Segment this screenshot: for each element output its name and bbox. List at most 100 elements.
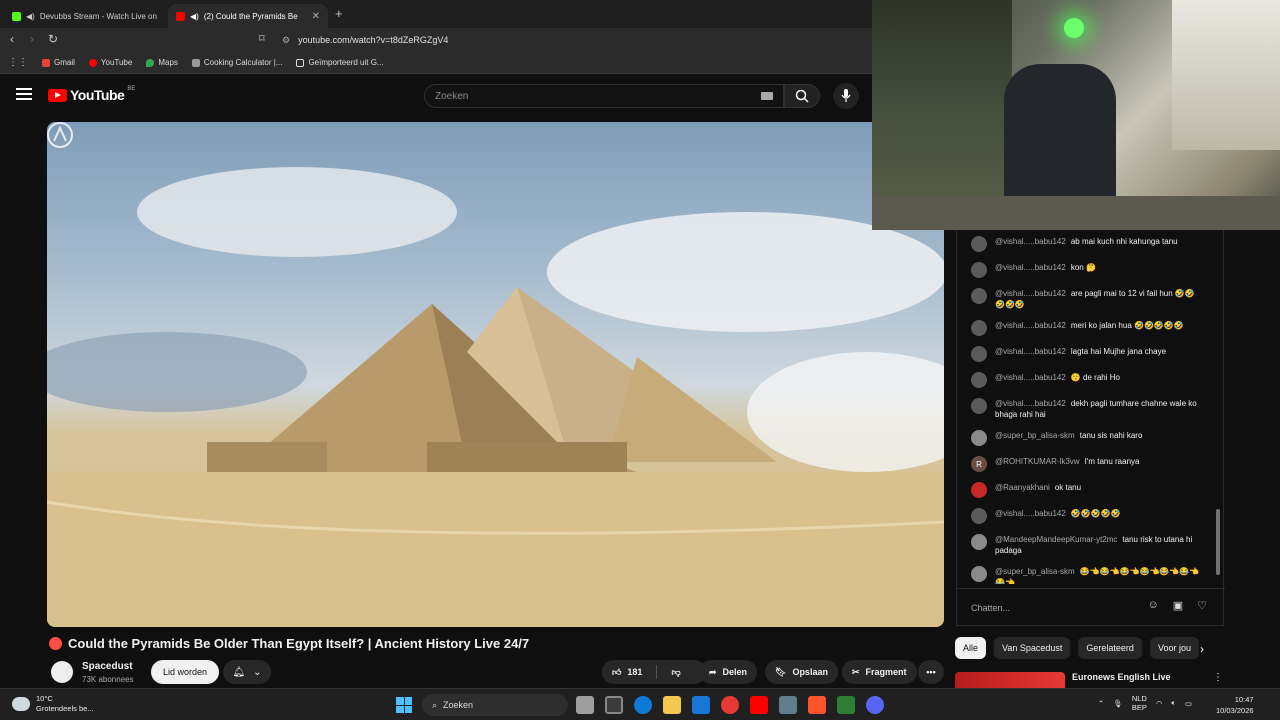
brave-icon[interactable] [808,696,826,714]
calculator-app-icon[interactable] [779,696,797,714]
chat-message[interactable]: @super_bp_alisa-skm tanu sis nahi karo [957,428,1215,448]
chat-message[interactable]: @Raanyakhani ok tanu [957,480,1215,500]
chat-author[interactable]: @Raanyakhani [995,483,1050,492]
chip-from-channel[interactable]: Van Spacedust [994,637,1071,659]
clip-button[interactable]: ✂ Fragment [842,660,917,684]
channel-watermark-icon[interactable] [47,122,73,148]
bookmark-maps[interactable]: Maps [146,58,178,67]
like-button[interactable]: 👍︎ [612,667,621,678]
chat-author[interactable]: @vishal.....babu142 [995,399,1066,408]
microphone-icon[interactable]: 🎙︎ [1113,699,1123,708]
bookmark-cooking-calculator[interactable]: Cooking Calculator |... [191,58,282,67]
chat-author[interactable]: @vishal.....babu142 [995,509,1066,518]
apps-grid-icon[interactable]: ⋮⋮ [8,57,28,68]
new-tab-button[interactable]: + [335,6,343,21]
voice-search-button[interactable] [833,83,859,109]
super-chat-icon[interactable]: ▣ [1173,599,1183,612]
search-input[interactable]: Zoeken [424,84,784,108]
clock[interactable]: 10:47 10/03/2026 [1216,694,1254,716]
bookmark-icon[interactable]: ⌑ [259,32,265,45]
keyboard-icon[interactable] [761,92,773,100]
chat-message-list[interactable]: @vishal.....babu142 ab mai kuch nhi kahun… [957,234,1215,584]
chat-avatar[interactable] [971,534,987,550]
chat-avatar[interactable]: R [971,456,987,472]
save-button[interactable]: 🔖︎ Opslaan [765,660,838,684]
file-explorer-icon[interactable] [576,696,594,714]
game-app-icon[interactable] [837,696,855,714]
taskbar-search[interactable]: ⌕ Zoeken [422,694,568,716]
tab-youtube[interactable]: ◀) (2) Could the Pyramids Be ✕ [168,4,328,28]
chat-author[interactable]: @vishal.....babu142 [995,289,1066,298]
heart-icon[interactable]: ♡ [1197,599,1207,612]
chat-avatar[interactable] [971,320,987,336]
chat-message[interactable]: @vishal.....babu142 😗 de rahi Ho [957,370,1215,390]
chat-author[interactable]: @super_bp_alisa-skm [995,567,1075,576]
chat-input[interactable]: Chatten... [971,599,1121,617]
chat-author[interactable]: @vishal.....babu142 [995,321,1066,330]
chip-all[interactable]: Alle [955,637,987,659]
search-button[interactable] [784,84,820,108]
chat-author[interactable]: @vishal.....babu142 [995,263,1066,272]
chat-avatar[interactable] [971,346,987,362]
recommended-title[interactable]: Euronews English Live [1072,672,1171,682]
chat-avatar[interactable] [971,372,987,388]
back-icon[interactable]: ‹ [10,32,14,46]
chat-message[interactable]: @vishal.....babu142 ab mai kuch nhi kahun… [957,234,1215,254]
folder-icon[interactable] [663,696,681,714]
wifi-icon[interactable]: ◠ [1156,699,1163,708]
chat-author[interactable]: @vishal.....babu142 [995,373,1066,382]
chat-scrollbar[interactable] [1216,234,1220,579]
edge-icon[interactable] [634,696,652,714]
chat-avatar[interactable] [971,508,987,524]
chat-avatar[interactable] [971,262,987,278]
chip-for-you[interactable]: Voor jou [1149,637,1199,659]
store-icon[interactable] [605,696,623,714]
chip-related[interactable]: Gerelateerd [1078,637,1142,659]
chat-avatar[interactable] [971,482,987,498]
youtube-app-icon[interactable] [750,696,768,714]
battery-icon[interactable]: ▭ [1185,699,1192,708]
address-bar[interactable]: ⚙ youtube.com/watch?v=t8dZeRGZgV4 [282,31,867,49]
chat-message[interactable]: @super_bp_alisa-skm 😂👈😂👈😂👈😂👈😂👈😂👈😂👈 [957,564,1215,584]
chrome-icon[interactable] [721,696,739,714]
chat-message[interactable]: @vishal.....babu142 🤣🤣🤣🤣🤣 [957,506,1215,526]
chat-avatar[interactable] [971,566,987,582]
join-button[interactable]: Lid worden [151,660,220,684]
volume-icon[interactable]: 🔈︎ [1171,698,1176,708]
channel-name[interactable]: Spacedust [82,661,133,672]
chat-scroll-thumb[interactable] [1216,509,1220,575]
chat-message[interactable]: @vishal.....babu142 are pagli mai to 12 v… [957,286,1215,312]
chat-message[interactable]: @MandeepMandeepKumar-yt2mc tanu risk to u… [957,532,1215,558]
forward-icon[interactable]: › [30,32,34,46]
chevron-up-icon[interactable]: ⌃ [1098,699,1104,708]
more-actions-button[interactable]: ••• [918,660,944,684]
notifications-button[interactable]: 🔔︎ ⌄ [223,660,271,684]
close-tab-icon[interactable]: ✕ [312,11,320,22]
chat-message[interactable]: @vishal.....babu142 lagta hai Mujhe jana … [957,344,1215,364]
bookmark-folder-imported[interactable]: Geïmporteerd uit G... [296,58,384,67]
chat-avatar[interactable] [971,398,987,414]
chevron-right-icon[interactable]: › [1200,642,1204,656]
weather-widget[interactable]: 10°C Grotendeels be... [12,694,94,714]
chat-author[interactable]: @vishal.....babu142 [995,237,1066,246]
chat-message[interactable]: R @ROHITKUMAR-lk3vw I'm tanu raanya [957,454,1215,474]
chat-author[interactable]: @MandeepMandeepKumar-yt2mc [995,535,1117,544]
outlook-icon[interactable] [692,696,710,714]
bookmark-gmail[interactable]: Gmail [42,58,75,67]
menu-icon[interactable] [16,88,32,100]
share-button[interactable]: ➦ Delen [699,660,758,684]
tab-devubbs[interactable]: ◀) Devubbs Stream - Watch Live on [4,4,164,28]
reload-icon[interactable]: ↻ [48,32,58,46]
bookmark-youtube[interactable]: YouTube [88,58,132,67]
site-info-icon[interactable]: ⚙ [282,35,290,46]
emoji-icon[interactable]: ☺ [1147,599,1158,612]
chat-author[interactable]: @super_bp_alisa-skm [995,431,1075,440]
video-player[interactable] [47,122,944,627]
discord-icon[interactable] [866,696,884,714]
youtube-logo[interactable]: YouTube BE [48,86,135,103]
channel-avatar[interactable] [51,661,73,683]
chat-avatar[interactable] [971,430,987,446]
chat-message[interactable]: @vishal.....babu142 kon 🤔 [957,260,1215,280]
chat-message[interactable]: @vishal.....babu142 meri ko jalan hua 🤣🤣🤣… [957,318,1215,338]
chat-avatar[interactable] [971,236,987,252]
